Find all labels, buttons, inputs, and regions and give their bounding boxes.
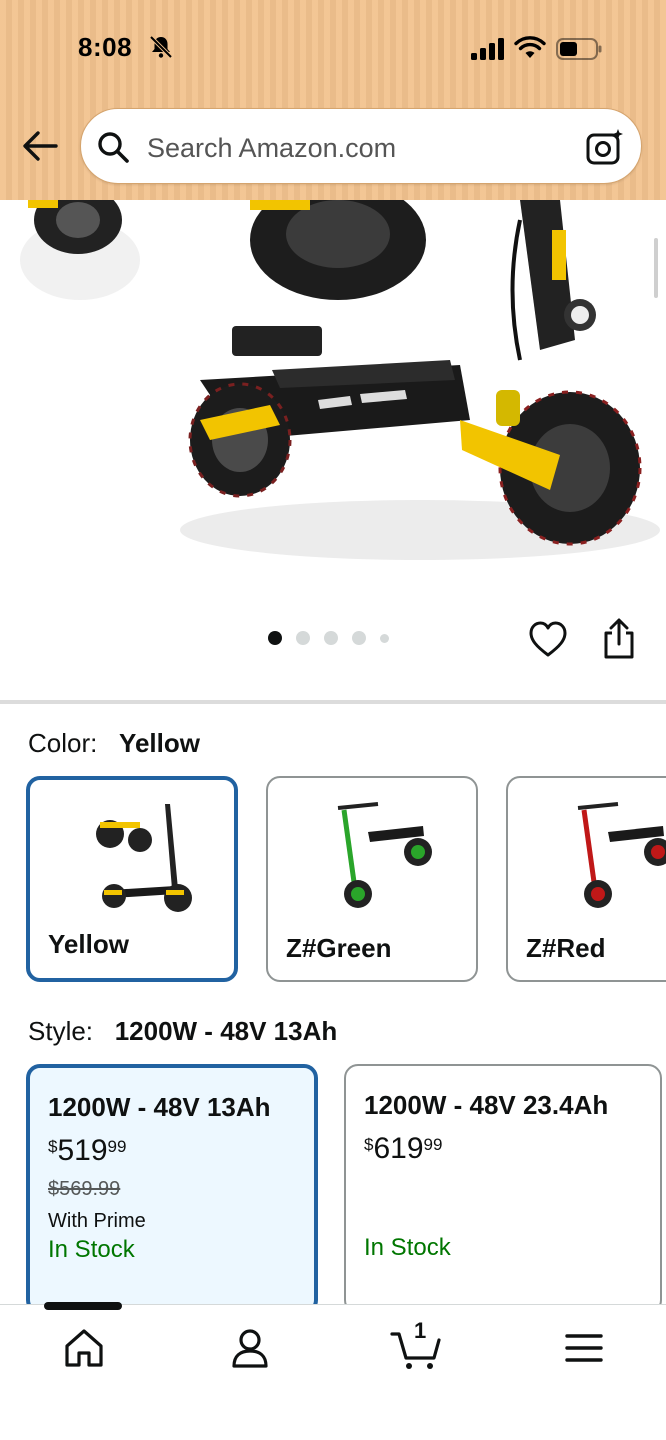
camera-search-icon[interactable] xyxy=(585,127,625,167)
color-option-red[interactable]: Z#Red xyxy=(506,776,666,982)
color-label-row: Color: Yellow xyxy=(28,728,200,759)
account-icon[interactable] xyxy=(228,1326,272,1370)
active-tab-indicator xyxy=(44,1302,122,1310)
wishlist-heart-icon[interactable] xyxy=(528,620,568,660)
color-selected-value: Yellow xyxy=(119,728,200,758)
battery-icon xyxy=(556,38,602,60)
status-bar: 8:08 xyxy=(0,28,666,72)
color-option-label: Z#Green xyxy=(286,933,392,963)
scooter-yellow-thumbnail xyxy=(96,804,192,912)
share-icon[interactable] xyxy=(600,618,638,660)
style-option-list-price: $569.99 xyxy=(48,1178,121,1200)
color-option-green[interactable]: Z#Green xyxy=(266,776,478,982)
color-label: Color: xyxy=(28,728,98,758)
pagination-dot[interactable] xyxy=(268,631,282,645)
color-option-label: Z#Red xyxy=(526,933,606,963)
style-option-price: $51999 xyxy=(48,1134,127,1167)
style-option-prime-note: With Prime xyxy=(48,1210,146,1232)
product-image xyxy=(20,200,660,560)
style-option-price: $61999 xyxy=(364,1132,443,1165)
bottom-navigation-bar xyxy=(0,1304,666,1440)
section-divider xyxy=(0,700,666,704)
page-scroll-indicator xyxy=(654,238,658,298)
pagination-dot[interactable] xyxy=(296,631,310,645)
style-option-23-4ah[interactable]: 1200W - 48V 23.4Ah $61999 In Stock xyxy=(344,1064,662,1314)
style-option-stock-status: In Stock xyxy=(48,1236,135,1263)
style-label-row: Style: 1200W - 48V 13Ah xyxy=(28,1016,337,1047)
search-bar[interactable]: Search Amazon.com xyxy=(80,108,642,184)
menu-icon[interactable] xyxy=(562,1326,606,1370)
pagination-dot[interactable] xyxy=(352,631,366,645)
image-pagination-dots[interactable] xyxy=(268,630,389,646)
cart-count-badge: 1 xyxy=(414,1318,427,1343)
status-time: 8:08 xyxy=(78,32,133,62)
pagination-dot[interactable] xyxy=(380,633,389,643)
search-placeholder: Search Amazon.com xyxy=(147,133,397,163)
pagination-dot[interactable] xyxy=(324,631,338,645)
search-icon xyxy=(98,132,129,163)
style-option-stock-status: In Stock xyxy=(364,1234,451,1261)
back-arrow-icon[interactable] xyxy=(20,128,60,164)
style-option-13ah[interactable]: 1200W - 48V 13Ah $51999 $569.99 With Pri… xyxy=(26,1064,318,1314)
home-icon[interactable] xyxy=(62,1326,106,1370)
style-option-title: 1200W - 48V 13Ah xyxy=(48,1092,271,1122)
style-option-title: 1200W - 48V 23.4Ah xyxy=(364,1090,609,1120)
wifi-icon xyxy=(514,36,546,58)
color-option-label: Yellow xyxy=(48,929,129,959)
scooter-green-thumbnail xyxy=(337,802,432,908)
color-option-yellow[interactable]: Yellow xyxy=(26,776,238,982)
style-selected-value: 1200W - 48V 13Ah xyxy=(114,1016,338,1046)
scooter-red-thumbnail xyxy=(577,802,666,908)
silent-bell-icon xyxy=(149,35,173,59)
cellular-signal-icon xyxy=(471,38,504,60)
product-image-carousel[interactable] xyxy=(0,200,666,598)
style-label: Style: xyxy=(28,1016,94,1046)
